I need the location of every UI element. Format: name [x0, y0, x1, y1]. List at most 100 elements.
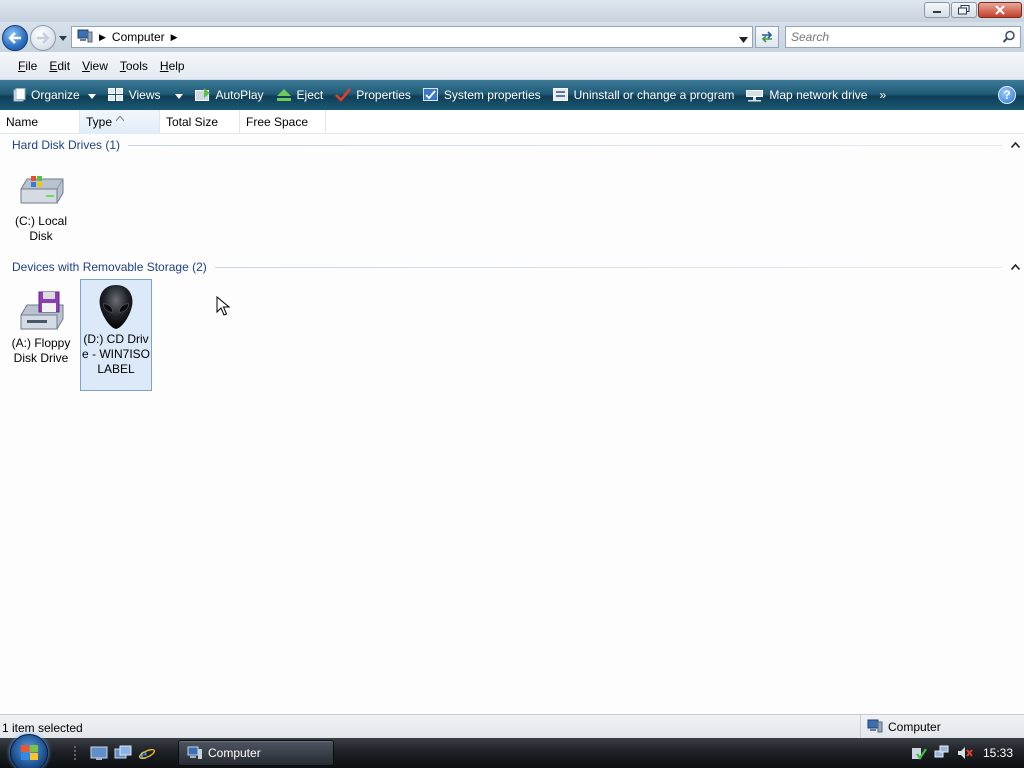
column-type[interactable]: Type — [80, 110, 160, 134]
drive-label: (D:) CD Drive - WIN7ISOLABEL — [81, 332, 150, 376]
organize-label: Organize — [31, 88, 80, 102]
group-title: Hard Disk Drives (1) — [12, 138, 121, 152]
autoplay-button[interactable]: AutoPlay — [189, 82, 270, 108]
programs-icon — [552, 88, 569, 102]
organize-button[interactable]: Organize — [6, 82, 102, 108]
drive-item-a[interactable]: (A:) Floppy Disk Drive — [5, 286, 77, 366]
quick-launch: e — [66, 744, 156, 762]
chevron-down-icon[interactable] — [174, 88, 183, 102]
minimize-icon — [933, 11, 941, 13]
uninstall-label: Uninstall or change a program — [573, 88, 735, 102]
group-divider — [128, 144, 1002, 146]
chevron-down-icon — [87, 88, 96, 102]
collapse-icon[interactable] — [1010, 142, 1020, 148]
group-hard-disk-drives[interactable]: Hard Disk Drives (1) — [12, 137, 1020, 153]
column-name-label: Name — [6, 115, 39, 129]
search-input[interactable] — [786, 27, 986, 47]
eject-icon — [276, 88, 292, 102]
map-drive-label: Map network drive — [769, 88, 868, 102]
properties-button[interactable]: Properties — [329, 82, 417, 108]
more-commands-label: » — [879, 88, 887, 102]
system-properties-label: System properties — [443, 88, 541, 102]
back-button[interactable] — [2, 25, 28, 51]
system-tray: 15:33 — [910, 738, 1024, 768]
views-icon — [107, 88, 124, 102]
recent-pages-dropdown[interactable] — [58, 32, 68, 44]
taskbar: e Computer 15:33 — [0, 734, 1024, 768]
uninstall-program-button[interactable]: Uninstall or change a program — [547, 82, 741, 108]
column-name[interactable]: Name — [0, 110, 80, 134]
column-total-size[interactable]: Total Size — [160, 110, 240, 134]
menu-bar: File Edit View Tools Help — [0, 52, 1024, 80]
forward-button[interactable] — [30, 25, 56, 51]
show-desktop-icon[interactable] — [90, 744, 108, 762]
eject-button[interactable]: Eject — [270, 82, 330, 108]
taskbar-button-label: Computer — [208, 746, 261, 760]
drive-item-d[interactable]: (D:) CD Drive - WIN7ISOLABEL — [80, 279, 152, 391]
search-icon[interactable] — [1002, 30, 1016, 47]
group-removable-storage[interactable]: Devices with Removable Storage (2) — [12, 259, 1020, 275]
breadcrumb-separator[interactable]: ▶ — [99, 32, 106, 43]
menu-edit[interactable]: Edit — [43, 56, 76, 76]
system-properties-button[interactable]: System properties — [417, 82, 547, 108]
internet-explorer-icon[interactable]: e — [138, 744, 156, 762]
clock[interactable]: 15:33 — [983, 746, 1013, 760]
taskbar-button-computer[interactable]: Computer — [178, 740, 334, 766]
window-controls — [924, 2, 1022, 18]
network-icon[interactable] — [933, 744, 951, 762]
security-center-icon[interactable] — [910, 744, 928, 762]
group-title: Devices with Removable Storage (2) — [12, 260, 207, 274]
start-button[interactable] — [10, 734, 48, 768]
column-type-label: Type — [86, 115, 113, 129]
properties-label: Properties — [356, 88, 411, 102]
network-drive-icon — [746, 88, 764, 102]
switch-windows-icon[interactable] — [114, 744, 132, 762]
address-dropdown[interactable] — [739, 32, 748, 46]
views-label: Views — [128, 88, 161, 102]
refresh-button[interactable] — [755, 26, 779, 48]
minimize-button[interactable] — [924, 2, 950, 18]
breadcrumb-separator[interactable]: ▶ — [171, 32, 178, 43]
checkmark-icon — [335, 88, 352, 102]
map-network-drive-button[interactable]: Map network drive — [740, 82, 873, 108]
breadcrumb-computer[interactable]: Computer — [112, 30, 165, 44]
close-button[interactable] — [978, 2, 1022, 18]
sort-ascending-icon — [115, 110, 125, 124]
computer-icon — [867, 719, 883, 736]
refresh-icon — [761, 31, 773, 43]
views-button[interactable]: Views — [102, 82, 189, 108]
autoplay-icon — [194, 88, 211, 102]
mouse-cursor-icon — [216, 295, 231, 319]
column-free-space[interactable]: Free Space — [240, 110, 326, 134]
command-bar: Organize Views AutoPlay Eject Properties… — [0, 80, 1024, 110]
arrow-right-icon — [37, 32, 50, 44]
drive-item-c[interactable]: (C:) Local Disk — [5, 164, 77, 244]
address-bar[interactable]: ▶ Computer ▶ — [71, 26, 753, 48]
grip-icon — [66, 744, 84, 762]
menu-file[interactable]: File — [12, 56, 43, 76]
search-box[interactable] — [785, 26, 1021, 48]
arrow-left-icon — [8, 32, 21, 44]
autoplay-label: AutoPlay — [215, 88, 264, 102]
column-headers: Name Type Total Size Free Space — [0, 110, 1024, 134]
help-button[interactable]: ? — [998, 86, 1016, 104]
maximize-button[interactable] — [951, 2, 977, 18]
column-total-size-label: Total Size — [166, 115, 219, 129]
column-free-space-label: Free Space — [246, 115, 309, 129]
drive-label: (C:) Local Disk — [14, 214, 67, 243]
eject-label: Eject — [296, 88, 324, 102]
file-list[interactable]: Hard Disk Drives (1) (C:) Local Disk Dev… — [0, 134, 1024, 714]
title-bar — [0, 0, 1024, 22]
menu-tools[interactable]: Tools — [114, 56, 154, 76]
menu-help[interactable]: Help — [154, 56, 191, 76]
system-properties-icon — [422, 88, 439, 102]
more-commands-button[interactable]: » — [873, 82, 892, 108]
restore-icon — [958, 5, 970, 15]
floppy-drive-icon — [5, 286, 77, 336]
collapse-icon[interactable] — [1010, 264, 1020, 270]
menu-view[interactable]: View — [76, 56, 114, 76]
volume-muted-icon[interactable] — [956, 744, 974, 762]
alien-cd-icon — [81, 282, 151, 332]
group-divider — [214, 266, 1002, 268]
organize-icon — [12, 88, 26, 102]
